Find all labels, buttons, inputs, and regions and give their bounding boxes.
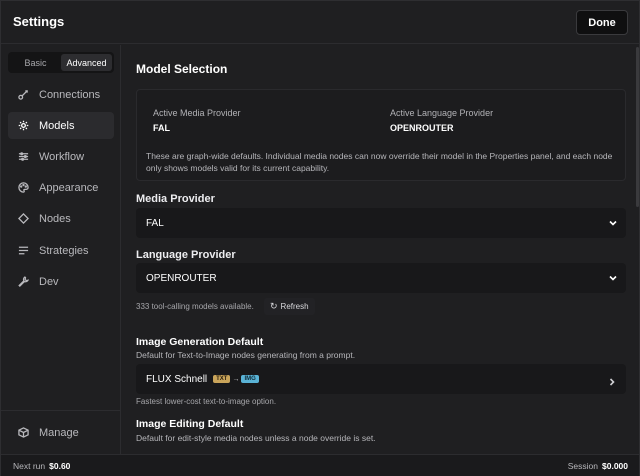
sidebar-item-dev[interactable]: Dev bbox=[8, 268, 114, 295]
sidebar-item-label: Nodes bbox=[39, 212, 71, 225]
list-icon bbox=[16, 244, 30, 258]
next-run-cost: Next run $0.60 bbox=[13, 461, 70, 471]
sidebar-item-label: Appearance bbox=[39, 181, 99, 194]
sidebar-item-manage[interactable]: Manage bbox=[8, 419, 114, 446]
section-title: Model Selection bbox=[136, 62, 228, 76]
diamond-icon bbox=[16, 212, 30, 226]
mode-toggle: Basic Advanced bbox=[8, 52, 114, 73]
image-generation-model-select[interactable]: FLUX Schnell TXT → IMG bbox=[136, 364, 626, 394]
cube-icon bbox=[16, 426, 30, 440]
sidebar-item-appearance[interactable]: Appearance bbox=[8, 174, 114, 201]
image-generation-hint: Fastest lower-cost text-to-image option. bbox=[136, 397, 277, 406]
settings-sidebar: Basic Advanced Connections Models Workfl… bbox=[1, 45, 121, 454]
sidebar-item-workflow[interactable]: Workflow bbox=[8, 143, 114, 170]
scrollbar-thumb[interactable] bbox=[636, 47, 639, 207]
next-run-value: $0.60 bbox=[49, 461, 71, 471]
sidebar-item-label: Workflow bbox=[39, 150, 85, 163]
sidebar-item-strategies[interactable]: Strategies bbox=[8, 237, 114, 264]
active-media-provider-value: FAL bbox=[153, 123, 170, 133]
mode-advanced-button[interactable]: Advanced bbox=[61, 54, 112, 71]
language-provider-label: Language Provider bbox=[136, 249, 236, 261]
active-language-provider-label: Active Language Provider bbox=[390, 108, 494, 118]
active-media-provider-label: Active Media Provider bbox=[153, 108, 241, 118]
active-language-provider-value: OPENROUTER bbox=[390, 123, 454, 133]
media-provider-label: Media Provider bbox=[136, 193, 215, 205]
img-badge: IMG bbox=[241, 375, 259, 383]
sidebar-item-label: Strategies bbox=[39, 244, 89, 257]
chevron-down-icon bbox=[608, 218, 618, 228]
chevron-down-icon bbox=[608, 273, 618, 283]
mode-basic-button[interactable]: Basic bbox=[10, 54, 61, 71]
session-value: $0.000 bbox=[602, 461, 628, 471]
image-generation-title: Image Generation Default bbox=[136, 336, 264, 348]
refresh-button[interactable]: ↻ Refresh bbox=[264, 298, 315, 315]
wrench-icon bbox=[16, 275, 30, 289]
image-generation-model-name: FLUX Schnell bbox=[146, 373, 208, 385]
palette-icon bbox=[16, 181, 30, 195]
session-label: Session bbox=[567, 461, 598, 471]
session-cost: Session $0.000 bbox=[568, 461, 628, 471]
sidebar-footer: Manage bbox=[1, 410, 120, 454]
next-run-label: Next run bbox=[13, 461, 46, 471]
refresh-label: Refresh bbox=[280, 302, 309, 311]
gear-icon bbox=[16, 119, 30, 133]
image-editing-description: Default for edit-style media nodes unles… bbox=[136, 433, 376, 443]
sidebar-item-nodes[interactable]: Nodes bbox=[8, 205, 114, 232]
language-provider-select[interactable]: OPENROUTER bbox=[136, 263, 626, 293]
sidebar-item-label: Connections bbox=[39, 88, 101, 101]
status-footer: Next run $0.60 Session $0.000 bbox=[1, 454, 639, 476]
sidebar-item-connections[interactable]: Connections bbox=[8, 81, 114, 108]
sidebar-item-label: Manage bbox=[39, 426, 79, 439]
sidebar-item-label: Models bbox=[39, 119, 75, 132]
refresh-icon: ↻ bbox=[270, 301, 278, 311]
image-generation-description: Default for Text-to-Image nodes generati… bbox=[136, 350, 356, 360]
sidebar-item-models[interactable]: Models bbox=[8, 112, 114, 139]
link-icon bbox=[16, 88, 30, 102]
image-editing-title: Image Editing Default bbox=[136, 418, 244, 430]
sliders-icon bbox=[16, 150, 30, 164]
models-status-text: 333 tool-calling models available. bbox=[136, 302, 254, 311]
media-provider-value: FAL bbox=[146, 217, 164, 229]
arrow-right-icon: → bbox=[232, 375, 240, 383]
chevron-right-icon bbox=[607, 374, 617, 386]
provider-info-card: Active Media Provider FAL Active Languag… bbox=[136, 89, 626, 181]
settings-content[interactable]: Model Selection Active Media Provider FA… bbox=[122, 45, 639, 454]
media-provider-select[interactable]: FAL bbox=[136, 208, 626, 238]
provider-info-note: These are graph-wide defaults. Individua… bbox=[146, 151, 613, 173]
txt-badge: TXT bbox=[213, 375, 231, 383]
dialog-title: Settings bbox=[13, 14, 65, 29]
language-provider-value: OPENROUTER bbox=[146, 272, 217, 284]
dialog-header: Settings Done bbox=[1, 1, 639, 44]
settings-dialog: Settings Done Basic Advanced Connections… bbox=[0, 0, 640, 476]
done-button[interactable]: Done bbox=[576, 10, 628, 35]
sidebar-item-label: Dev bbox=[39, 275, 59, 288]
